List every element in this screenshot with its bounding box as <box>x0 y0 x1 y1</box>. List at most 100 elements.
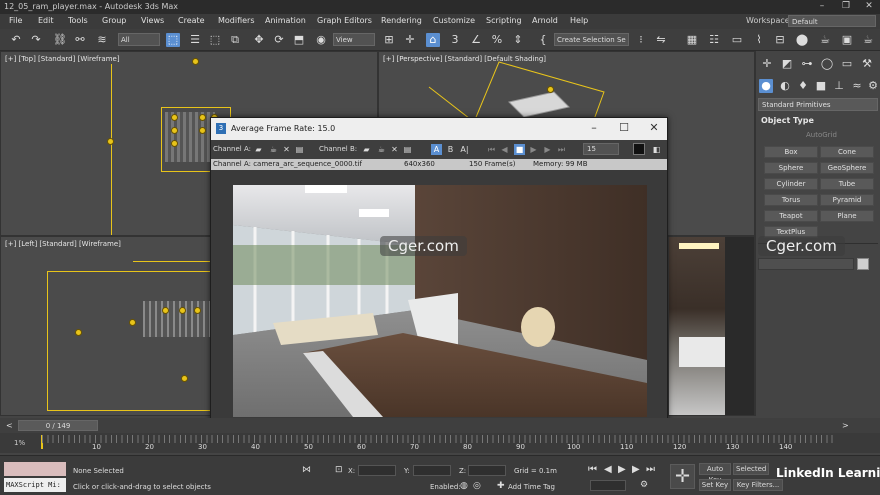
undo-icon[interactable]: ↶ <box>9 33 23 47</box>
previous-frame-icon[interactable]: ◀ <box>499 144 510 155</box>
lights-icon[interactable]: ♦ <box>796 79 810 93</box>
schematic-view-icon[interactable]: ⊟ <box>773 33 787 47</box>
go-to-start-icon[interactable]: ⏮ <box>588 464 597 475</box>
close-channel-b-icon[interactable]: ✕ <box>389 144 400 155</box>
tube-button[interactable]: Tube <box>820 178 874 190</box>
time-configuration-icon[interactable]: ⚙ <box>640 480 648 490</box>
maxscript-mini-listener[interactable]: MAXScript Mi: <box>4 478 66 492</box>
next-frame-icon[interactable]: ▶ <box>632 464 640 475</box>
save-channel-b-icon[interactable]: ▤ <box>402 144 413 155</box>
adaptive-degradation-icon[interactable]: ◍ <box>460 481 468 491</box>
x-coord-field[interactable] <box>358 465 396 476</box>
open-channel-a-icon[interactable]: ▰ <box>253 144 264 155</box>
pivot-center-icon[interactable]: ⊞ <box>382 33 396 47</box>
utilities-tab-icon[interactable]: ⚒ <box>860 57 874 71</box>
minimize-icon[interactable]: – <box>586 121 602 134</box>
link-icon[interactable]: ⛓ <box>53 33 67 47</box>
teapot-button[interactable]: Teapot <box>764 210 818 222</box>
menu-animation[interactable]: Animation <box>265 16 306 25</box>
track-bar[interactable]: 1% 10 20 30 40 50 60 70 80 90 100 110 12… <box>0 433 880 453</box>
curve-editor-icon[interactable]: ⌇ <box>752 33 766 47</box>
open-last-rendered-b-icon[interactable]: ☕ <box>376 144 387 155</box>
channel-b-toggle[interactable]: B <box>445 144 456 155</box>
render-setup-icon[interactable]: ☕ <box>818 33 832 47</box>
placement-icon[interactable]: ◉ <box>314 33 328 47</box>
add-time-tag-label[interactable]: Add Time Tag <box>508 483 555 491</box>
y-coord-field[interactable] <box>413 465 451 476</box>
unlink-icon[interactable]: ⚯ <box>73 33 87 47</box>
angle-snap-icon[interactable]: ∠ <box>469 33 483 47</box>
workspaces-select[interactable]: Default <box>788 15 876 27</box>
move-icon[interactable]: ✥ <box>252 33 266 47</box>
select-manipulate-icon[interactable]: ✛ <box>403 33 417 47</box>
name-field[interactable] <box>758 258 854 270</box>
menu-group[interactable]: Group <box>102 16 126 25</box>
motion-tab-icon[interactable]: ◯ <box>820 57 834 71</box>
close-icon[interactable]: ✕ <box>646 121 662 134</box>
previous-frame-icon[interactable]: < <box>6 421 13 430</box>
hierarchy-tab-icon[interactable]: ⊶ <box>800 57 814 71</box>
key-mode-select[interactable]: Selected <box>733 463 769 475</box>
minimize-icon[interactable]: – <box>814 1 830 11</box>
window-crossing-icon[interactable]: ⧉ <box>228 33 242 47</box>
helpers-icon[interactable]: ⊥ <box>832 79 846 93</box>
menu-rendering[interactable]: Rendering <box>381 16 422 25</box>
display-tab-icon[interactable]: ▭ <box>840 57 854 71</box>
select-object-icon[interactable]: ⬚ <box>166 33 180 47</box>
layer-explorer-icon[interactable]: ☷ <box>707 33 721 47</box>
menu-scripting[interactable]: Scripting <box>486 16 522 25</box>
add-time-tag-icon[interactable]: ✚ <box>497 481 505 491</box>
set-key-button[interactable]: Set Key <box>699 479 731 491</box>
menu-graph-editors[interactable]: Graph Editors <box>317 16 372 25</box>
menu-tools[interactable]: Tools <box>68 16 88 25</box>
geometry-icon[interactable]: ● <box>759 79 773 93</box>
go-to-end-icon[interactable]: ⏭ <box>556 144 567 155</box>
systems-icon[interactable]: ⚙ <box>866 79 880 93</box>
menu-customize[interactable]: Customize <box>433 16 475 25</box>
current-frame-field[interactable] <box>590 480 626 491</box>
redo-icon[interactable]: ↷ <box>29 33 43 47</box>
close-icon[interactable]: ✕ <box>861 1 877 11</box>
torus-button[interactable]: Torus <box>764 194 818 206</box>
menu-modifiers[interactable]: Modifiers <box>218 16 255 25</box>
play-icon[interactable]: ▶ <box>618 464 626 475</box>
reference-coord-select[interactable]: View <box>333 33 375 46</box>
plane-button[interactable]: Plane <box>820 210 874 222</box>
channel-a-toggle[interactable]: A <box>431 144 442 155</box>
ram-player-title-bar[interactable]: 3 Average Frame Rate: 15.0 – ☐ ✕ <box>211 118 667 140</box>
edit-named-sets-icon[interactable]: { <box>536 33 550 47</box>
maximize-icon[interactable]: ☐ <box>616 121 632 134</box>
cameras-icon[interactable]: ■ <box>814 79 828 93</box>
save-channel-a-icon[interactable]: ▤ <box>294 144 305 155</box>
time-slider-thumb[interactable]: 0 / 149 <box>18 420 98 431</box>
restore-icon[interactable]: ❐ <box>838 1 854 11</box>
z-coord-field[interactable] <box>468 465 506 476</box>
scale-icon[interactable]: ⬒ <box>292 33 306 47</box>
stop-icon[interactable]: ■ <box>514 144 525 155</box>
selection-filter-select[interactable]: All <box>118 33 160 46</box>
select-by-name-icon[interactable]: ☰ <box>188 33 202 47</box>
geosphere-button[interactable]: GeoSphere <box>820 162 874 174</box>
time-tag-icon[interactable]: ◎ <box>473 481 481 491</box>
close-channel-a-icon[interactable]: ✕ <box>281 144 292 155</box>
object-category-select[interactable]: Standard Primitives <box>758 98 878 111</box>
modify-tab-icon[interactable]: ◩ <box>780 57 794 71</box>
snaps-toggle-icon[interactable]: 3 <box>448 33 462 47</box>
cylinder-button[interactable]: Cylinder <box>764 178 818 190</box>
split-horizontal-icon[interactable]: A| <box>459 144 470 155</box>
menu-help[interactable]: Help <box>570 16 588 25</box>
menu-edit[interactable]: Edit <box>38 16 54 25</box>
object-color-swatch[interactable] <box>857 258 869 270</box>
menu-create[interactable]: Create <box>178 16 205 25</box>
isolate-icon[interactable]: ⁝ <box>634 33 648 47</box>
menu-file[interactable]: File <box>9 16 22 25</box>
material-editor-icon[interactable]: ⬤ <box>795 33 809 47</box>
box-button[interactable]: Box <box>764 146 818 158</box>
next-frame-icon[interactable]: > <box>842 421 849 430</box>
create-tab-icon[interactable]: ✛ <box>760 57 774 71</box>
scene-explorer-icon[interactable]: ▦ <box>685 33 699 47</box>
cone-button[interactable]: Cone <box>820 146 874 158</box>
viewport-left-label[interactable]: [+] [Left] [Standard] [Wireframe] <box>5 240 121 248</box>
mirror-icon[interactable]: ⇋ <box>654 33 668 47</box>
ram-player-image-area[interactable] <box>211 170 667 423</box>
